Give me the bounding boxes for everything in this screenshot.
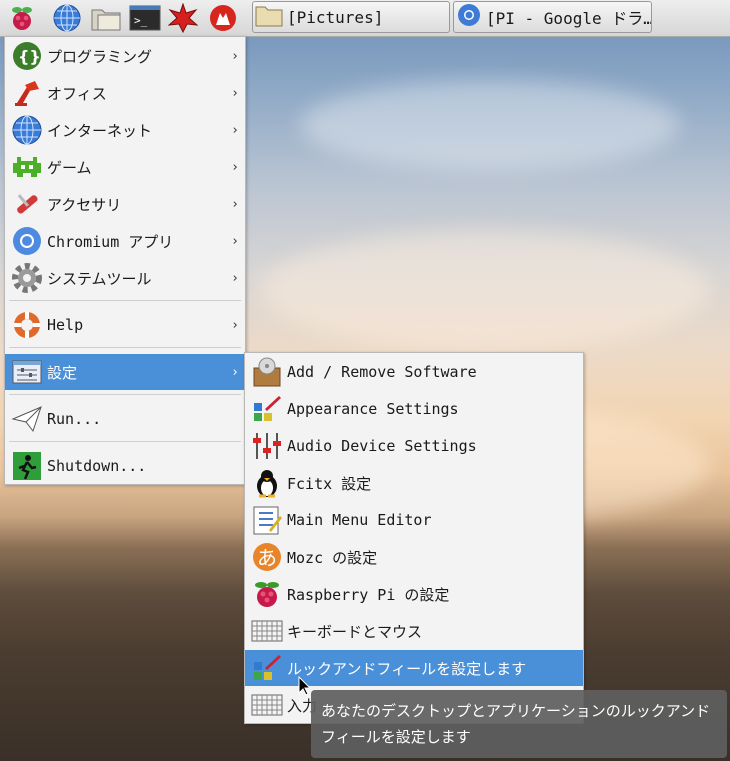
menu-item-label: Mozc の設定 [287,548,378,567]
gear-icon [11,262,43,294]
taskbar-button-google-drive[interactable]: [PI - Google ドラ… [453,1,652,33]
menu-item-add-remove-software[interactable]: Add / Remove Software [245,354,583,390]
math-burst-icon[interactable] [167,2,199,34]
top-panel: >_ [Pictures] [PI - Google ドラ… [0,0,730,37]
menu-separator [9,441,241,442]
raspberry-icon [251,578,283,610]
programming-icon: {} [11,40,43,72]
folder-icon [255,3,283,31]
appearance-icon [251,652,283,684]
penguin-icon [251,467,283,499]
menu-separator [9,347,241,348]
menu-item-label: プログラミング [47,47,153,66]
menu-item-audio-device-settings[interactable]: Audio Device Settings [245,428,583,464]
mouse-pointer-icon [298,675,312,700]
menu-item-label: Run... [47,410,102,428]
mixer-icon [251,430,283,462]
menu-item-label: アクセサリ [47,195,122,214]
chromium-icon [11,225,43,257]
menu-item-programming[interactable]: {} プログラミング › [5,38,245,74]
menu-item-label: Main Menu Editor [287,511,432,529]
menu-item-chromium-apps[interactable]: Chromium アプリ › [5,223,245,259]
menu-item-run[interactable]: Run... [5,401,245,437]
exit-icon [11,450,43,482]
chevron-right-icon: › [231,196,239,212]
menu-item-label: Fcitx 設定 [287,474,372,493]
menu-item-settings[interactable]: 設定 › [5,354,245,390]
menu-item-look-and-feel[interactable]: ルックアンドフィールを設定します [245,650,583,686]
menu-item-label: Chromium アプリ [47,232,174,251]
tooltip: あなたのデスクトップとアプリケーションのルックアンドフィールを設定します [311,690,727,758]
chevron-right-icon: › [231,122,239,138]
taskbar-button-label: [PI - Google ドラ… [486,9,652,28]
office-icon [11,77,43,109]
chevron-right-icon: › [231,48,239,64]
menu-item-main-menu-editor[interactable]: Main Menu Editor [245,502,583,538]
games-icon [11,151,43,183]
menu-item-label: Audio Device Settings [287,437,477,455]
terminal-icon[interactable]: >_ [129,3,161,33]
menu-item-label: オフィス [47,84,107,103]
package-icon [251,356,283,388]
settings-submenu: Add / Remove Software Appearance Setting… [244,352,584,724]
menu-editor-icon [251,504,283,536]
menu-item-games[interactable]: ゲーム › [5,149,245,185]
preferences-icon [11,356,43,388]
chevron-right-icon: › [231,85,239,101]
appearance-icon [251,393,283,425]
taskbar-button-pictures[interactable]: [Pictures] [252,1,450,33]
web-browser-icon[interactable] [52,3,82,33]
menu-item-mozc-settings[interactable]: あ Mozc の設定 [245,539,583,575]
chevron-right-icon: › [231,364,239,380]
globe-icon [11,114,43,146]
menu-item-label: 設定 [47,363,78,382]
menu-item-label: Add / Remove Software [287,363,477,381]
menu-item-label: ルックアンドフィールを設定します [287,659,527,678]
file-manager-icon[interactable] [90,3,121,33]
menu-item-internet[interactable]: インターネット › [5,112,245,148]
raspberry-menu-icon[interactable] [7,3,37,33]
chevron-right-icon: › [231,159,239,175]
keyboard-icon [251,689,283,721]
accessories-icon [11,188,43,220]
svg-text:{}: {} [18,47,41,66]
menu-item-help[interactable]: Help › [5,307,245,343]
main-menu: {} プログラミング › オフィス › インターネット › ゲーム › アクセサ… [4,36,246,485]
menu-item-label: キーボードとマウス [287,622,423,641]
menu-item-label: インターネット [47,121,153,140]
chevron-right-icon: › [231,270,239,286]
menu-item-label: Shutdown... [47,457,147,475]
menu-item-label: Raspberry Pi の設定 [287,585,450,604]
paper-plane-icon [11,403,43,435]
chromium-icon [456,2,482,32]
menu-item-shutdown[interactable]: Shutdown... [5,448,245,484]
menu-item-keyboard-and-mouse[interactable]: キーボードとマウス [245,613,583,649]
mozc-icon: あ [251,541,283,573]
chevron-right-icon: › [231,233,239,249]
svg-text:あ: あ [257,546,277,570]
lifebuoy-icon [11,309,43,341]
menu-item-label: システムツール [47,269,152,288]
menu-separator [9,394,241,395]
taskbar-button-label: [Pictures] [287,7,384,27]
menu-item-system-tools[interactable]: システムツール › [5,260,245,296]
menu-separator [9,300,241,301]
menu-item-accessories[interactable]: アクセサリ › [5,186,245,222]
wolfram-icon[interactable] [208,3,238,33]
menu-item-label: Appearance Settings [287,400,459,418]
menu-item-label: ゲーム [47,158,92,177]
menu-item-fcitx-settings[interactable]: Fcitx 設定 [245,465,583,501]
menu-item-appearance-settings[interactable]: Appearance Settings [245,391,583,427]
chevron-right-icon: › [231,317,239,333]
menu-item-label: Help [47,316,84,334]
keyboard-icon [251,615,283,647]
menu-item-office[interactable]: オフィス › [5,75,245,111]
svg-text:>_: >_ [134,14,148,27]
menu-item-raspberry-pi-settings[interactable]: Raspberry Pi の設定 [245,576,583,612]
